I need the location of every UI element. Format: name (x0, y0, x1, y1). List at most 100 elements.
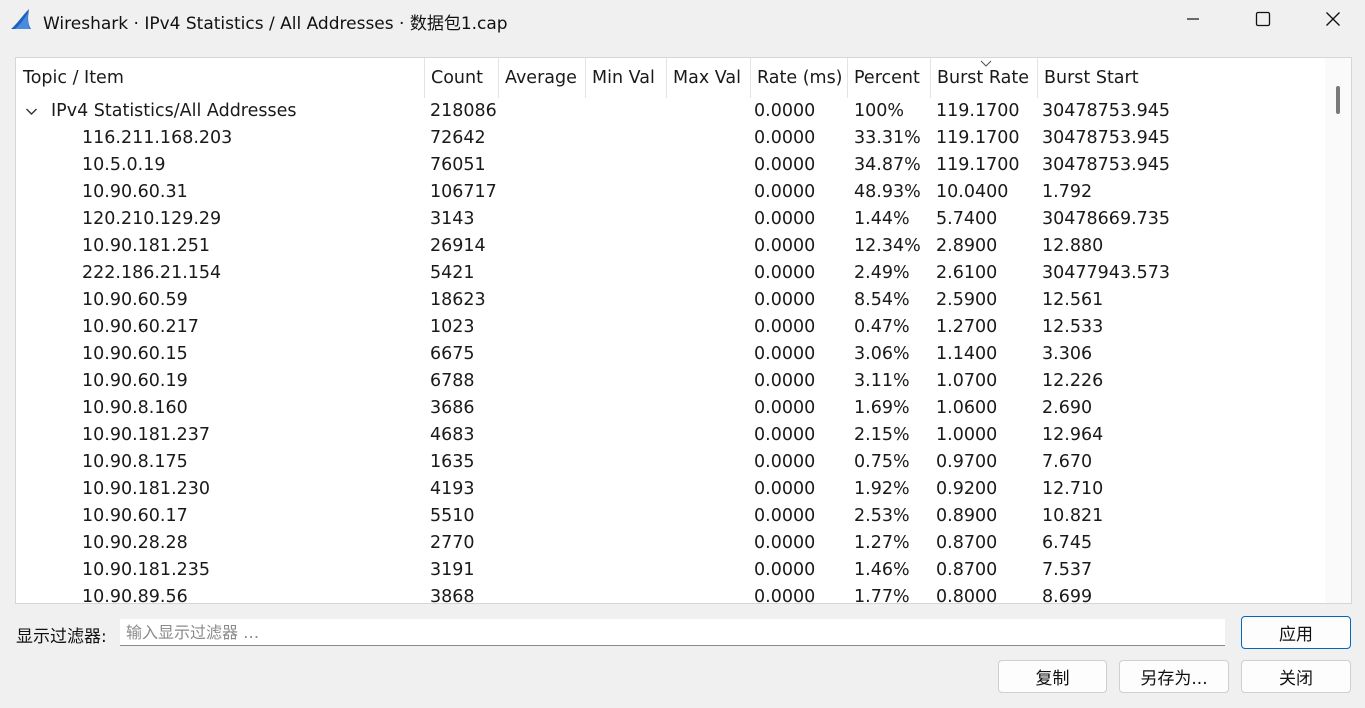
cell-burst-rate: 1.0700 (936, 371, 998, 391)
table-row[interactable]: 10.90.60.59 18623 0.0000 8.54% 2.5900 12.561 (16, 287, 1325, 314)
display-filter-input[interactable] (120, 619, 1225, 646)
column-header-percent[interactable]: Percent (847, 58, 930, 98)
group-count: 218086 (430, 101, 497, 121)
cell-topic-item: 10.90.181.251 (82, 236, 211, 256)
table-row[interactable]: 10.90.181.237 4683 0.0000 2.15% 1.0000 12.964 (16, 422, 1325, 449)
table-row[interactable]: 10.90.60.19 6788 0.0000 3.11% 1.0700 12.226 (16, 368, 1325, 395)
table-row[interactable]: 222.186.21.154 5421 0.0000 2.49% 2.6100 30477… (16, 260, 1325, 287)
cell-topic-item: 10.90.60.31 (82, 182, 188, 202)
cell-percent: 1.27% (854, 533, 910, 553)
cell-burst-start: 12.226 (1042, 371, 1104, 391)
cell-rate: 0.0000 (754, 236, 816, 256)
cell-count: 1023 (430, 317, 475, 337)
chevron-down-icon[interactable] (24, 104, 39, 119)
cell-topic-item: 10.90.181.237 (82, 425, 211, 445)
cell-burst-rate: 5.7400 (936, 209, 998, 229)
cell-topic-item: 116.211.168.203 (82, 128, 233, 148)
cell-percent: 1.44% (854, 209, 910, 229)
table-row[interactable]: 10.90.60.15 6675 0.0000 3.06% 1.1400 3.306 (16, 341, 1325, 368)
cell-topic-item: 10.90.60.15 (82, 344, 188, 364)
column-header-min-val[interactable]: Min Val (585, 58, 666, 98)
cell-percent: 2.49% (854, 263, 910, 283)
cell-burst-rate: 2.5900 (936, 290, 998, 310)
cell-count: 3143 (430, 209, 475, 229)
column-header-rate[interactable]: Rate (ms) (750, 58, 847, 98)
cell-percent: 0.75% (854, 452, 910, 472)
cell-count: 6675 (430, 344, 475, 364)
group-label: IPv4 Statistics/All Addresses (51, 101, 297, 121)
table-row[interactable]: 10.90.181.251 26914 0.0000 12.34% 2.8900 12.8… (16, 233, 1325, 260)
scrollbar-thumb[interactable] (1336, 86, 1340, 114)
cell-burst-start: 6.745 (1042, 533, 1093, 553)
close-button[interactable]: 关闭 (1241, 660, 1351, 693)
table-row[interactable]: 10.90.60.217 1023 0.0000 0.47% 1.2700 12.533 (16, 314, 1325, 341)
copy-button[interactable]: 复制 (998, 660, 1107, 693)
cell-count: 76051 (430, 155, 486, 175)
cell-burst-rate: 119.1700 (936, 155, 1020, 175)
minimize-button[interactable] (1158, 0, 1228, 38)
cell-count: 6788 (430, 371, 475, 391)
cell-count: 5510 (430, 506, 475, 526)
cell-percent: 1.69% (854, 398, 910, 418)
table-row[interactable]: 10.90.60.17 5510 0.0000 2.53% 0.8900 10.821 (16, 503, 1325, 530)
vertical-scrollbar[interactable] (1325, 58, 1351, 603)
table-row[interactable]: 120.210.129.29 3143 0.0000 1.44% 5.7400 30478… (16, 206, 1325, 233)
cell-count: 4193 (430, 479, 475, 499)
cell-burst-rate: 1.2700 (936, 317, 998, 337)
save-as-button[interactable]: 另存为... (1119, 660, 1229, 693)
cell-rate: 0.0000 (754, 425, 816, 445)
cell-burst-start: 12.710 (1042, 479, 1104, 499)
apply-button[interactable]: 应用 (1241, 616, 1351, 649)
cell-burst-rate: 119.1700 (936, 128, 1020, 148)
cell-topic-item: 10.90.181.230 (82, 479, 211, 499)
column-header-topic-item[interactable]: Topic / Item (16, 58, 424, 98)
cell-count: 5421 (430, 263, 475, 283)
cell-rate: 0.0000 (754, 452, 816, 472)
cell-percent: 1.92% (854, 479, 910, 499)
close-icon (1326, 12, 1340, 26)
cell-burst-start: 12.561 (1042, 290, 1104, 310)
table-row[interactable]: 10.90.28.28 2770 0.0000 1.27% 0.8700 6.745 (16, 530, 1325, 557)
cell-rate: 0.0000 (754, 209, 816, 229)
cell-topic-item: 10.90.8.160 (82, 398, 188, 418)
cell-burst-start: 10.821 (1042, 506, 1104, 526)
cell-burst-start: 1.792 (1042, 182, 1093, 202)
cell-burst-start: 7.670 (1042, 452, 1093, 472)
cell-rate: 0.0000 (754, 317, 816, 337)
table-row[interactable]: 10.90.8.175 1635 0.0000 0.75% 0.9700 7.670 (16, 449, 1325, 476)
table-row[interactable]: 116.211.168.203 72642 0.0000 33.31% 119.1700… (16, 125, 1325, 152)
column-header-burst-start[interactable]: Burst Start (1037, 58, 1177, 98)
sort-descending-icon (980, 60, 992, 67)
column-header-max-val[interactable]: Max Val (666, 58, 750, 98)
table-row[interactable]: 10.5.0.19 76051 0.0000 34.87% 119.1700 304787… (16, 152, 1325, 179)
table-row[interactable]: 10.90.8.160 3686 0.0000 1.69% 1.0600 2.690 (16, 395, 1325, 422)
cell-topic-item: 10.90.28.28 (82, 533, 188, 553)
group-burst-start: 30478753.945 (1042, 101, 1171, 121)
cell-count: 106717 (430, 182, 497, 202)
column-header-count[interactable]: Count (424, 58, 498, 98)
cell-topic-item: 222.186.21.154 (82, 263, 222, 283)
cell-burst-start: 12.964 (1042, 425, 1104, 445)
group-row-ipv4-all-addresses[interactable]: IPv4 Statistics/All Addresses 218086 0.0… (16, 98, 1325, 125)
close-window-button[interactable] (1298, 0, 1365, 38)
table-row[interactable]: 10.90.181.230 4193 0.0000 1.92% 0.9200 12.710 (16, 476, 1325, 503)
cell-percent: 34.87% (854, 155, 921, 175)
cell-topic-item: 10.90.60.19 (82, 371, 188, 391)
cell-rate: 0.0000 (754, 128, 816, 148)
cell-percent: 2.53% (854, 506, 910, 526)
maximize-button[interactable] (1228, 0, 1298, 38)
table-row[interactable]: 10.90.60.31 106717 0.0000 48.93% 10.0400 1.79… (16, 179, 1325, 206)
cell-count: 3686 (430, 398, 475, 418)
table-row[interactable]: 10.90.181.235 3191 0.0000 1.46% 0.8700 7.537 (16, 557, 1325, 584)
table-row[interactable]: 10.90.89.56 3868 0.0000 1.77% 0.8000 8.699 (16, 584, 1325, 604)
column-header-average[interactable]: Average (498, 58, 585, 98)
cell-burst-start: 30478753.945 (1042, 128, 1171, 148)
minimize-icon (1187, 18, 1199, 20)
cell-burst-rate: 2.6100 (936, 263, 998, 283)
cell-burst-rate: 0.8000 (936, 587, 998, 604)
statistics-tree-table[interactable]: Topic / Item Count Average Min Val Max V… (15, 57, 1352, 604)
cell-count: 3191 (430, 560, 475, 580)
cell-percent: 8.54% (854, 290, 910, 310)
cell-percent: 48.93% (854, 182, 921, 202)
cell-rate: 0.0000 (754, 560, 816, 580)
